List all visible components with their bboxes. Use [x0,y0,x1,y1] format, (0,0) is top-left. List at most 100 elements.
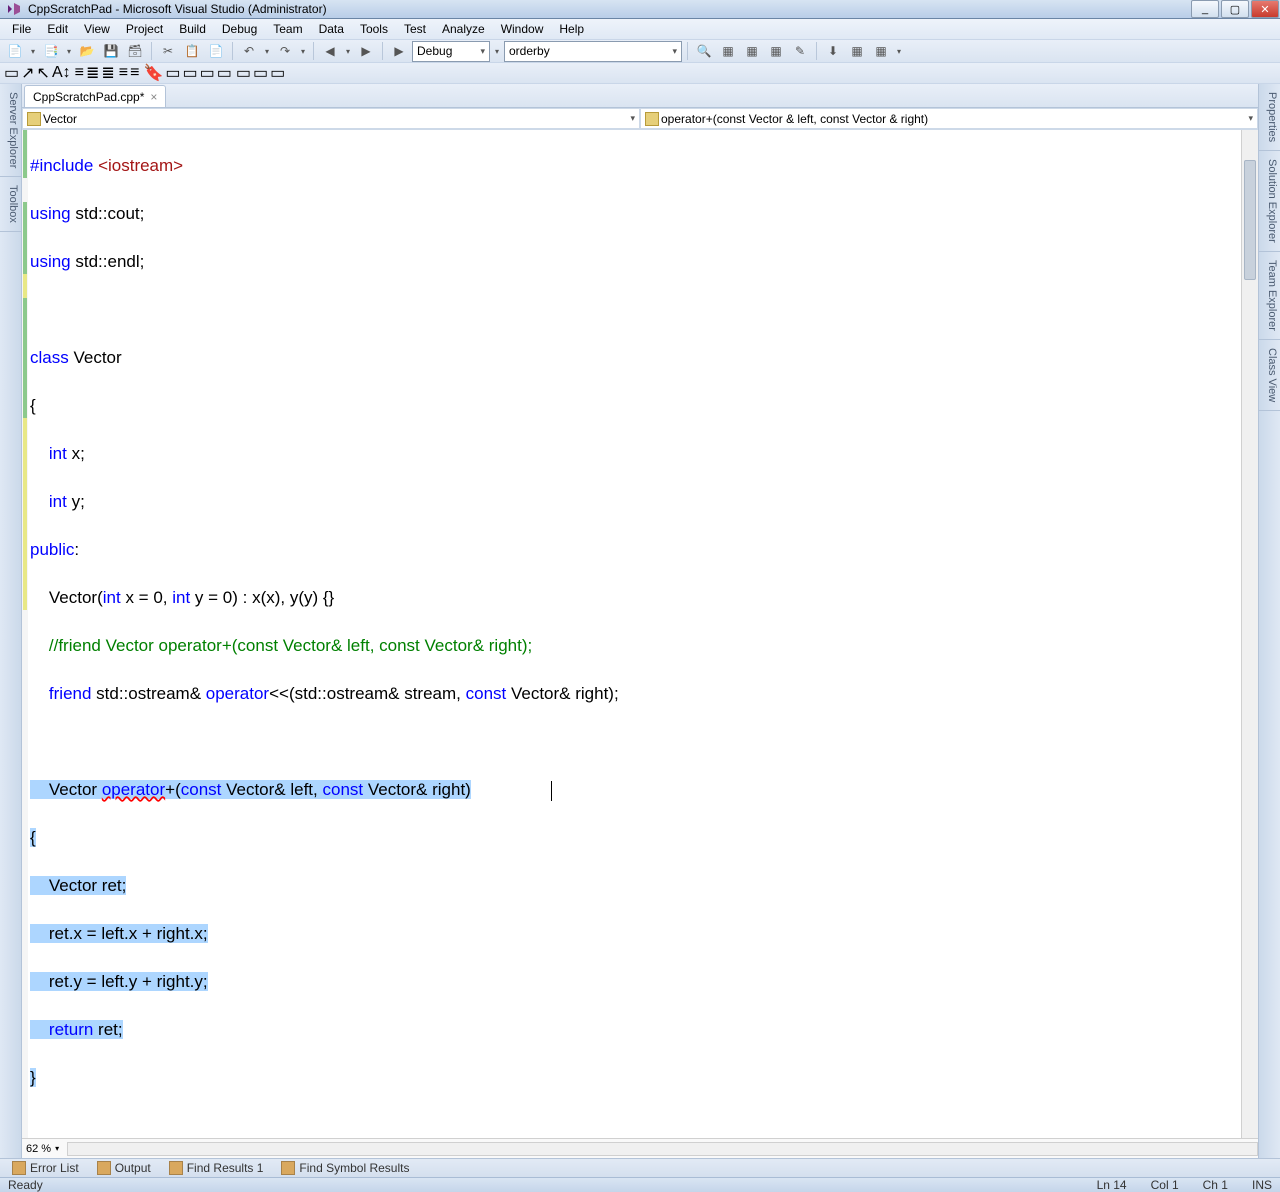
find-in-files-icon[interactable]: 🔍 [693,40,715,62]
new-project-dropdown[interactable]: ▾ [28,40,38,62]
title-bar: CppScratchPad - Microsoft Visual Studio … [0,0,1280,19]
bottom-panel-tabs: Error List Output Find Results 1 Find Sy… [0,1158,1280,1177]
save-all-icon[interactable]: 🗃 [124,40,146,62]
output-icon [97,1161,111,1175]
menu-bar: File Edit View Project Build Debug Team … [0,19,1280,40]
left-dock: Server Explorer Toolbox [0,84,22,1158]
minimize-button[interactable]: _ [1191,0,1219,18]
close-button[interactable]: ✕ [1251,0,1279,18]
start-debug-icon[interactable]: ▶ [388,40,410,62]
status-char: Ch 1 [1203,1178,1228,1192]
menu-team[interactable]: Team [265,19,310,39]
cut-icon[interactable]: ✂ [157,40,179,62]
menu-view[interactable]: View [76,19,118,39]
tb2-icon-3[interactable]: ↖ [37,63,50,83]
find-symbol-icon [281,1161,295,1175]
navigation-bar: Vector operator+(const Vector & left, co… [22,108,1258,130]
scrollbar-thumb[interactable] [1244,160,1256,280]
properties-tab[interactable]: Properties [1259,84,1280,151]
output-tab[interactable]: Output [89,1159,159,1177]
open-file-icon[interactable]: 📂 [76,40,98,62]
tb2-icon-4[interactable]: A↕ [52,64,71,82]
redo-dropdown[interactable]: ▾ [298,40,308,62]
tb2-icon-13[interactable]: ▭ [200,63,215,83]
menu-project[interactable]: Project [118,19,171,39]
bookmark-icon[interactable]: 🔖 [143,63,163,83]
tb2-icon-8[interactable]: ≡ [119,64,128,82]
toolbar-icon-6[interactable]: ▦ [846,40,868,62]
zoom-combo[interactable]: 62 % [26,1143,59,1155]
undo-icon[interactable]: ↶ [238,40,260,62]
redo-icon[interactable]: ↷ [274,40,296,62]
menu-test[interactable]: Test [396,19,434,39]
undo-dropdown[interactable]: ▾ [262,40,272,62]
document-tab[interactable]: CppScratchPad.cpp* × [24,85,166,107]
platform-dropdown[interactable]: ▾ [492,40,502,62]
menu-analyze[interactable]: Analyze [434,19,493,39]
status-col: Col 1 [1151,1178,1179,1192]
tb2-icon-12[interactable]: ▭ [183,63,198,83]
scope-combo[interactable]: Vector [22,108,640,129]
close-document-icon[interactable]: × [150,90,157,104]
tb2-icon-17[interactable]: ▭ [270,63,285,83]
tb2-icon-14[interactable]: ▭ [217,63,232,83]
menu-build[interactable]: Build [171,19,214,39]
code-content[interactable]: #include <iostream> using std::cout; usi… [28,130,1241,1138]
find-results-tab[interactable]: Find Results 1 [161,1159,272,1177]
document-tab-label: CppScratchPad.cpp* [33,90,144,104]
solution-explorer-tab[interactable]: Solution Explorer [1259,151,1280,252]
toolbar-icon-4[interactable]: ✎ [789,40,811,62]
find-results-icon [169,1161,183,1175]
toolbar-icon-5[interactable]: ⬇ [822,40,844,62]
window-title: CppScratchPad - Microsoft Visual Studio … [28,2,327,16]
save-icon[interactable]: 💾 [100,40,122,62]
tb2-icon-16[interactable]: ▭ [253,63,268,83]
navigate-forward-icon[interactable]: ▶ [355,40,377,62]
comment-icon[interactable]: ≡ [75,64,84,82]
class-view-tab[interactable]: Class View [1259,340,1280,411]
menu-edit[interactable]: Edit [39,19,76,39]
add-item-icon[interactable]: 📑 [40,40,62,62]
tb2-icon-1[interactable]: ▭ [4,63,19,83]
member-combo[interactable]: operator+(const Vector & left, const Vec… [640,108,1258,129]
outdent-icon[interactable]: ≣ [101,63,114,83]
find-combo[interactable]: orderby [504,41,682,62]
server-explorer-tab[interactable]: Server Explorer [0,84,21,177]
code-editor[interactable]: #include <iostream> using std::cout; usi… [22,130,1258,1138]
maximize-button[interactable]: ▢ [1221,0,1249,18]
toolbar-icon-1[interactable]: ▦ [717,40,739,62]
menu-debug[interactable]: Debug [214,19,265,39]
copy-icon[interactable]: 📋 [181,40,203,62]
menu-help[interactable]: Help [551,19,592,39]
document-tab-bar: CppScratchPad.cpp* × [22,84,1258,108]
toolbar-icon-7[interactable]: ▦ [870,40,892,62]
navigate-back-dropdown[interactable]: ▾ [343,40,353,62]
tb2-icon-15[interactable]: ▭ [236,63,251,83]
paste-icon[interactable]: 📄 [205,40,227,62]
tb2-icon-11[interactable]: ▭ [165,63,180,83]
menu-file[interactable]: File [4,19,39,39]
status-bar: Ready Ln 14 Col 1 Ch 1 INS [0,1177,1280,1192]
new-project-icon[interactable]: 📄 [4,40,26,62]
menu-window[interactable]: Window [493,19,552,39]
error-list-tab[interactable]: Error List [4,1159,87,1177]
tb2-icon-9[interactable]: ≡ [130,64,139,82]
toolbar-dropdown-7[interactable]: ▾ [894,40,904,62]
toolbox-tab[interactable]: Toolbox [0,177,21,232]
indent-icon[interactable]: ≣ [86,63,99,83]
editor-footer: 62 % [22,1138,1258,1158]
horizontal-scrollbar[interactable] [67,1142,1258,1156]
window-controls: _ ▢ ✕ [1190,0,1280,18]
navigate-back-icon[interactable]: ◀ [319,40,341,62]
find-symbol-tab[interactable]: Find Symbol Results [273,1159,417,1177]
config-combo[interactable]: Debug [412,41,490,62]
team-explorer-tab[interactable]: Team Explorer [1259,252,1280,340]
add-item-dropdown[interactable]: ▾ [64,40,74,62]
toolbar-icon-3[interactable]: ▦ [765,40,787,62]
vertical-scrollbar[interactable] [1241,130,1258,1138]
tb2-icon-2[interactable]: ↗ [21,63,34,83]
toolbar-icon-2[interactable]: ▦ [741,40,763,62]
menu-tools[interactable]: Tools [352,19,396,39]
menu-data[interactable]: Data [311,19,352,39]
status-ins: INS [1252,1178,1272,1192]
